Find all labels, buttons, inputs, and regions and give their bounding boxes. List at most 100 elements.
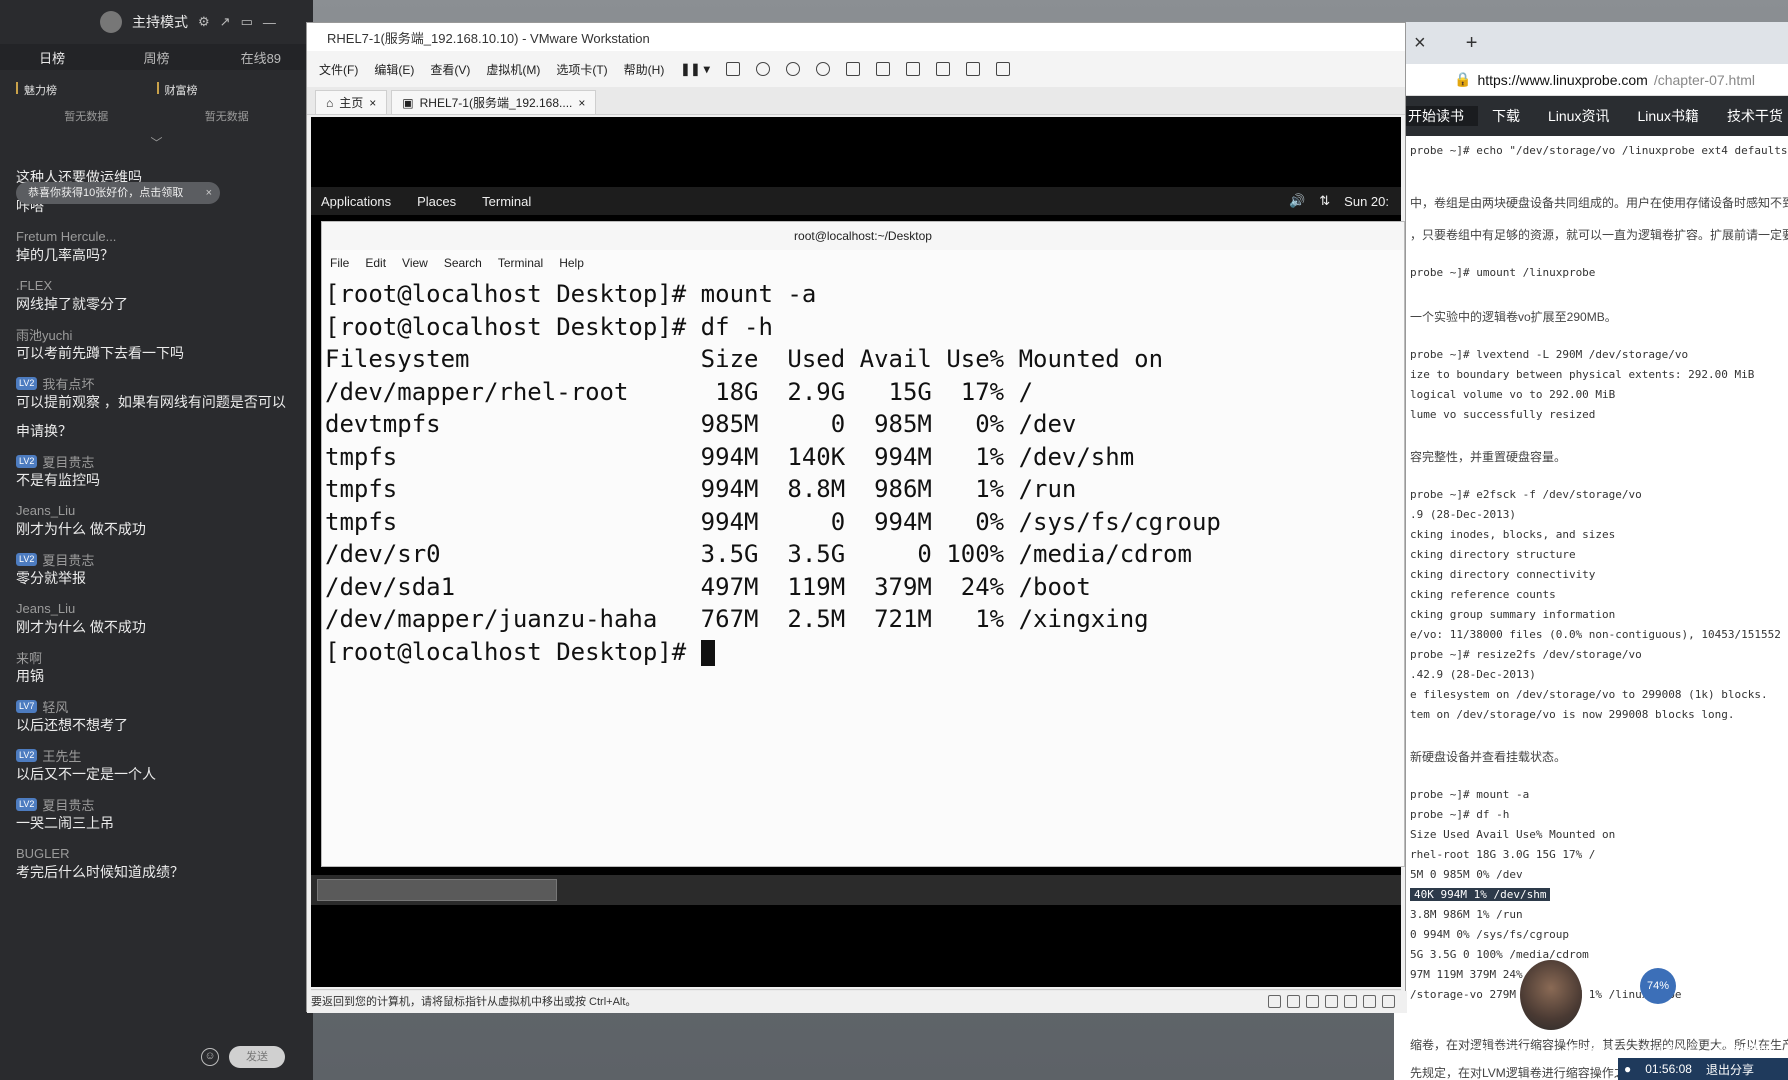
gift-notification[interactable]: 恭喜你获得10张好价，点击领取 × (16, 182, 220, 204)
exit-share-button[interactable]: 退出分享 (1706, 1061, 1754, 1078)
new-tab-icon[interactable]: + (1466, 32, 1478, 55)
console-icon[interactable] (965, 62, 980, 76)
desktop-icon-qrcode[interactable]: 效信导码 (1641, 1042, 1689, 1059)
charm-rank[interactable]: 魅力榜 (24, 82, 157, 98)
tab-online[interactable]: 在线89 (209, 48, 313, 67)
chat-username[interactable]: Fretum Hercule... (16, 229, 116, 244)
tab-daily[interactable]: 日榜 (0, 48, 104, 67)
host-mode-label[interactable]: 主持模式 (132, 12, 188, 32)
chat-username[interactable]: BUGLER (16, 846, 69, 861)
chat-username-row: Jeans_Liu (16, 598, 312, 618)
chat-username[interactable]: 夏目贵志 (42, 452, 94, 471)
level-badge: LV7 (16, 699, 38, 713)
network-icon[interactable]: ⇅ (1319, 193, 1330, 209)
chat-icon[interactable]: ▭ (241, 14, 253, 30)
chat-username[interactable]: 轻风 (42, 697, 68, 716)
places-menu[interactable]: Places (417, 194, 456, 209)
wealth-rank[interactable]: 财富榜 (165, 82, 298, 98)
menu-vm[interactable]: 虚拟机(M) (486, 61, 540, 78)
tab-home[interactable]: ⌂ 主页 × (315, 90, 388, 114)
close-icon[interactable]: × (206, 182, 212, 204)
vm-display[interactable]: Applications Places Terminal 🔊 ⇅ Sun 20:… (311, 117, 1405, 987)
terminal-app-label[interactable]: Terminal (482, 194, 531, 209)
menu-edit[interactable]: 编辑(E) (374, 61, 414, 78)
chat-username[interactable]: 雨池yuchi (16, 325, 72, 344)
volume-icon[interactable]: 🔊 (1289, 193, 1305, 209)
chat-username[interactable]: .FLEX (16, 278, 52, 293)
share-status-bar: ● 01:56:08 退出分享 (1618, 1058, 1788, 1080)
display-icon[interactable] (1382, 995, 1395, 1008)
chat-username[interactable]: 来啊 (16, 648, 42, 667)
nav-tech[interactable]: 技术干货 (1713, 106, 1788, 126)
term-menu-view[interactable]: View (402, 256, 428, 270)
tab-weekly[interactable]: 周榜 (104, 48, 208, 67)
taskbar-terminal-entry[interactable] (317, 879, 557, 901)
nav-linux-books[interactable]: Linux书籍 (1623, 106, 1712, 126)
term-menu-search[interactable]: Search (444, 256, 482, 270)
chat-username[interactable]: Jeans_Liu (16, 503, 75, 518)
desktop-icon-calendar[interactable]: 工作日历.png (1468, 1042, 1539, 1059)
level-badge: LV2 (16, 797, 38, 811)
printer-icon[interactable] (1363, 995, 1376, 1008)
chat-username-row: LV2 王先生 (16, 745, 312, 765)
close-icon[interactable]: × (578, 96, 585, 110)
send-keys-icon[interactable] (725, 62, 740, 76)
network-adapter-icon[interactable] (1306, 995, 1319, 1008)
chat-username[interactable]: 夏目贵志 (42, 550, 94, 569)
chat-message: LV2 我有点坏 可以提前观察 ，如果有网线有问题是否可以 (16, 373, 312, 412)
nav-start-reading[interactable]: 开始读书 (1394, 106, 1478, 126)
share-icon[interactable]: ↗ (220, 14, 231, 30)
sidebar-icon[interactable] (845, 62, 860, 76)
desktop-icon-memo[interactable]: Memo.txt (1565, 1042, 1614, 1059)
manage-snapshots-icon[interactable] (815, 62, 830, 76)
address-bar[interactable]: 🔒 https://www.linuxprobe.com/chapter-07.… (1394, 64, 1788, 96)
cdrom-icon[interactable] (1287, 995, 1300, 1008)
menu-file[interactable]: 文件(F) (319, 61, 358, 78)
emoji-icon[interactable]: ☺ (201, 1047, 219, 1066)
applications-menu[interactable]: Applications (321, 194, 391, 209)
stretch-icon[interactable] (995, 62, 1010, 76)
gear-icon[interactable]: ⚙ (198, 14, 210, 30)
usb-icon[interactable] (1325, 995, 1338, 1008)
sound-icon[interactable] (1344, 995, 1357, 1008)
snapshot-icon[interactable] (755, 62, 770, 76)
minimize-icon[interactable]: — (263, 15, 276, 30)
terminal-output[interactable]: [root@localhost Desktop]# mount -a [root@… (322, 276, 1404, 668)
thumbnail-icon[interactable] (875, 62, 890, 76)
nav-linux-news[interactable]: Linux资讯 (1534, 106, 1623, 126)
chat-message: Jeans_Liu 刚才为什么 做不成功 (16, 598, 312, 637)
chat-username[interactable]: 王先生 (42, 746, 81, 765)
article-line: cking group summary information (1410, 608, 1616, 621)
menu-help[interactable]: 帮助(H) (624, 61, 665, 78)
desktop-icon-stock[interactable]: 股票推荐网 (1715, 1042, 1775, 1059)
term-menu-help[interactable]: Help (559, 256, 584, 270)
terminal-line: /dev/sr0 3.5G 3.5G 0 100% /media/cdrom (325, 540, 1192, 568)
term-menu-file[interactable]: File (330, 256, 349, 270)
gnome-clock[interactable]: Sun 20: (1344, 194, 1389, 209)
chat-username[interactable]: 我有点坏 (42, 374, 94, 393)
chat-username[interactable]: Jeans_Liu (16, 601, 75, 616)
chat-message-list: 这种人还要做运维吗 咔嗒 Fretum Hercule... 掉的几率高吗？ .FLEX… (16, 168, 312, 892)
article-content: probe ~]# echo "/dev/storage/vo /linuxpr… (1394, 136, 1788, 1080)
menu-tabs[interactable]: 选项卡(T) (556, 61, 607, 78)
unity-icon[interactable] (935, 62, 950, 76)
fullscreen-icon[interactable] (905, 62, 920, 76)
chat-username[interactable]: 夏目贵志 (42, 795, 94, 814)
revert-snapshot-icon[interactable] (785, 62, 800, 76)
chat-message: Jeans_Liu 刚才为什么 做不成功 (16, 500, 312, 539)
send-button[interactable]: 发送 (229, 1045, 285, 1068)
close-icon[interactable]: × (369, 96, 376, 110)
tab-vm[interactable]: ▣ RHEL7-1(服务端_192.168.... × (391, 90, 597, 114)
chat-message: .FLEX 网线掉了就零分了 (16, 275, 312, 314)
chat-message: LV2 夏目贵志 零分就举报 (16, 549, 312, 588)
menu-view[interactable]: 查看(V) (430, 61, 470, 78)
hdd-icon[interactable] (1268, 995, 1281, 1008)
chevron-down-icon[interactable]: ﹀ (0, 134, 313, 151)
close-tab-icon[interactable]: × (1414, 32, 1426, 55)
nav-download[interactable]: 下载 (1478, 106, 1534, 126)
terminal-prompt-line[interactable]: [root@localhost Desktop]# (325, 636, 1402, 669)
term-menu-edit[interactable]: Edit (365, 256, 386, 270)
pause-icon[interactable]: ❚❚ ▾ (680, 62, 709, 76)
terminal-line: /dev/mapper/juanzu-haha 767M 2.5M 721M 1… (325, 605, 1149, 633)
term-menu-terminal[interactable]: Terminal (498, 256, 543, 270)
